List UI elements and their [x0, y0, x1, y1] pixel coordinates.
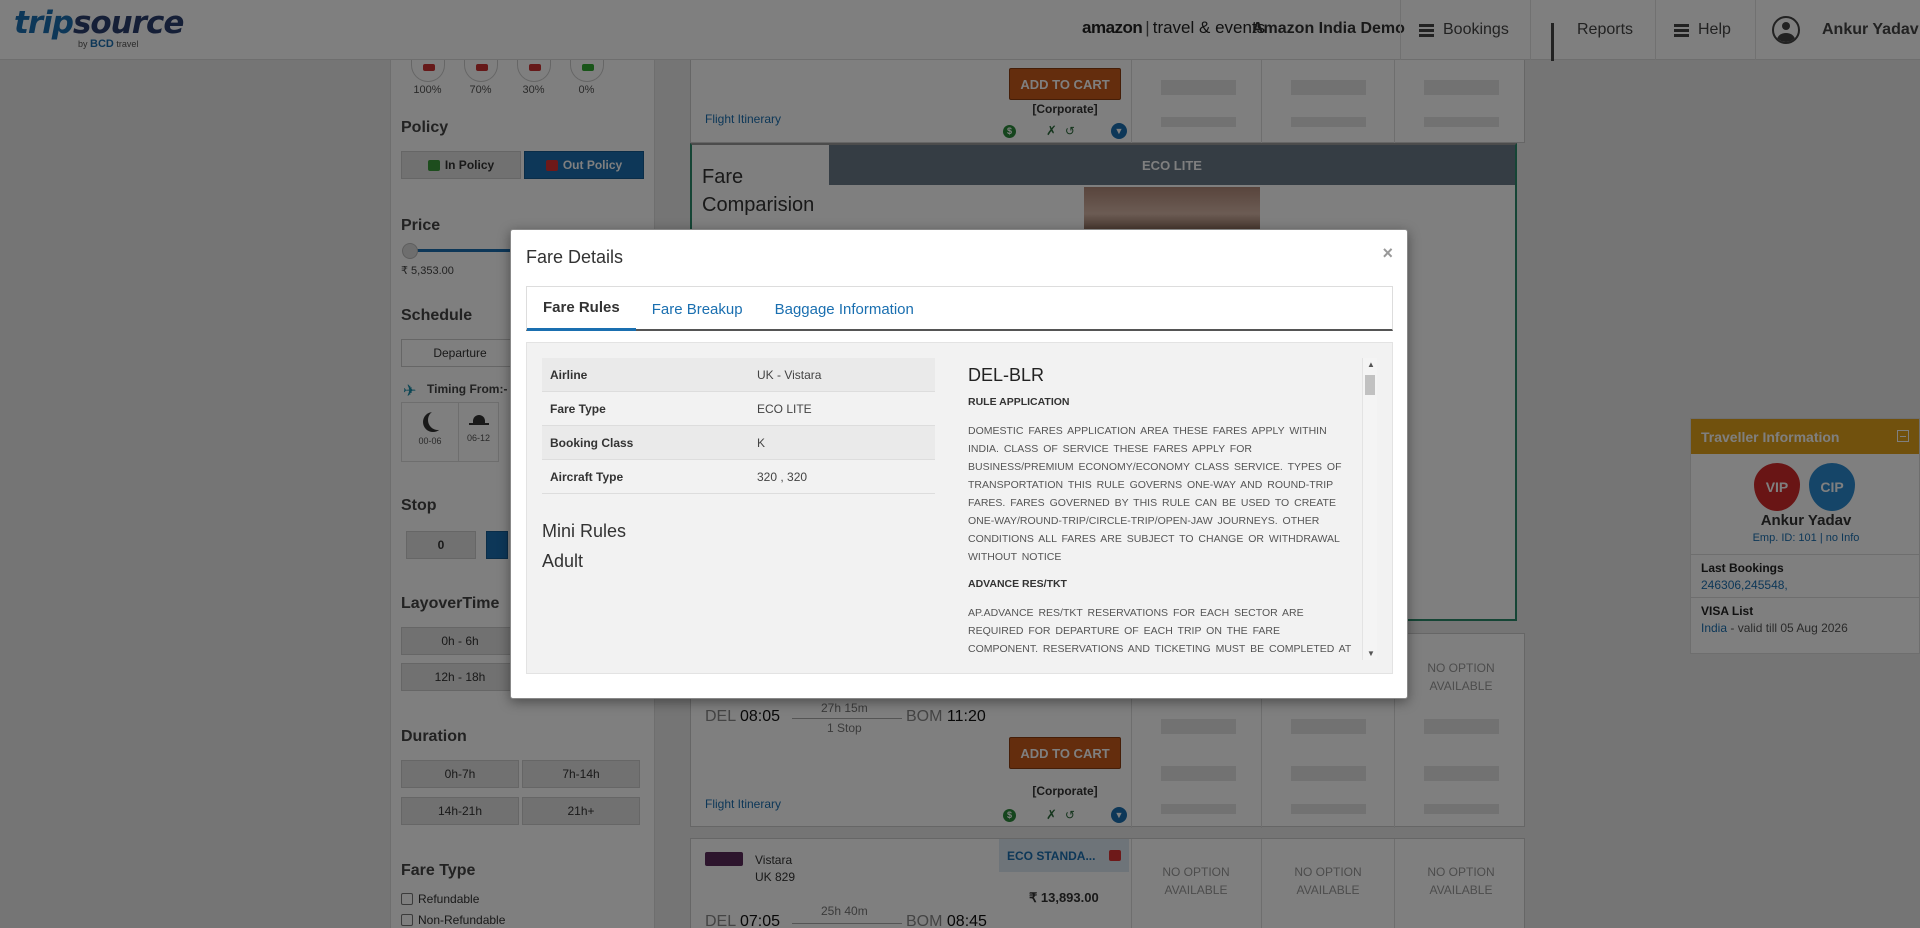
route-title: DEL-BLR: [968, 365, 1045, 385]
tab-baggage-information[interactable]: Baggage Information: [759, 287, 930, 331]
row-value: ECO LITE: [757, 401, 812, 416]
fare-rules-text: DEL-BLR RULE APPLICATION DOMESTIC FARES …: [968, 365, 1352, 660]
mini-rules-heading: Mini Rules: [542, 521, 627, 541]
rule-application-text: DOMESTIC FARES APPLICATION AREA THESE FA…: [968, 425, 1342, 563]
close-icon[interactable]: ×: [1382, 243, 1393, 264]
row-value: K: [757, 435, 766, 450]
table-row: Aircraft Type 320 , 320: [542, 460, 935, 494]
fare-rules-text-panel[interactable]: DEL-BLR RULE APPLICATION DOMESTIC FARES …: [968, 355, 1388, 660]
row-key: Airline: [550, 367, 588, 382]
fare-details-modal: Fare Details × Fare Rules Fare Breakup B…: [510, 229, 1408, 699]
fare-info-table: Airline UK - Vistara Fare Type ECO LITE Bo…: [542, 358, 935, 494]
rule-application-heading: RULE APPLICATION: [968, 396, 1070, 408]
rules-scrollbar[interactable]: ▲ ▼: [1362, 358, 1377, 660]
table-row: Booking Class K: [542, 426, 935, 460]
tab-fare-breakup[interactable]: Fare Breakup: [636, 287, 759, 331]
table-row: Fare Type ECO LITE: [542, 392, 935, 426]
scroll-up-icon[interactable]: ▲: [1367, 360, 1375, 369]
scrollbar-thumb[interactable]: [1365, 375, 1375, 395]
advance-res-heading: ADVANCE RES/TKT: [968, 578, 1067, 590]
fare-rules-content: Airline UK - Vistara Fare Type ECO LITE Bo…: [526, 342, 1393, 674]
fare-details-tabs: Fare Rules Fare Breakup Baggage Informat…: [526, 286, 1393, 331]
row-key: Aircraft Type: [550, 469, 624, 484]
row-key: Booking Class: [550, 435, 634, 450]
table-row: Airline UK - Vistara: [542, 358, 935, 392]
adult-heading: Adult: [542, 551, 584, 571]
row-value: 320 , 320: [757, 469, 808, 484]
row-value: UK - Vistara: [757, 367, 822, 382]
modal-title: Fare Details: [526, 247, 624, 267]
row-key: Fare Type: [550, 401, 606, 416]
tab-fare-rules[interactable]: Fare Rules: [527, 287, 636, 331]
scroll-down-icon[interactable]: ▼: [1367, 649, 1375, 658]
advance-res-text: AP.ADVANCE RES/TKT RESERVATIONS FOR EACH…: [968, 607, 1352, 655]
